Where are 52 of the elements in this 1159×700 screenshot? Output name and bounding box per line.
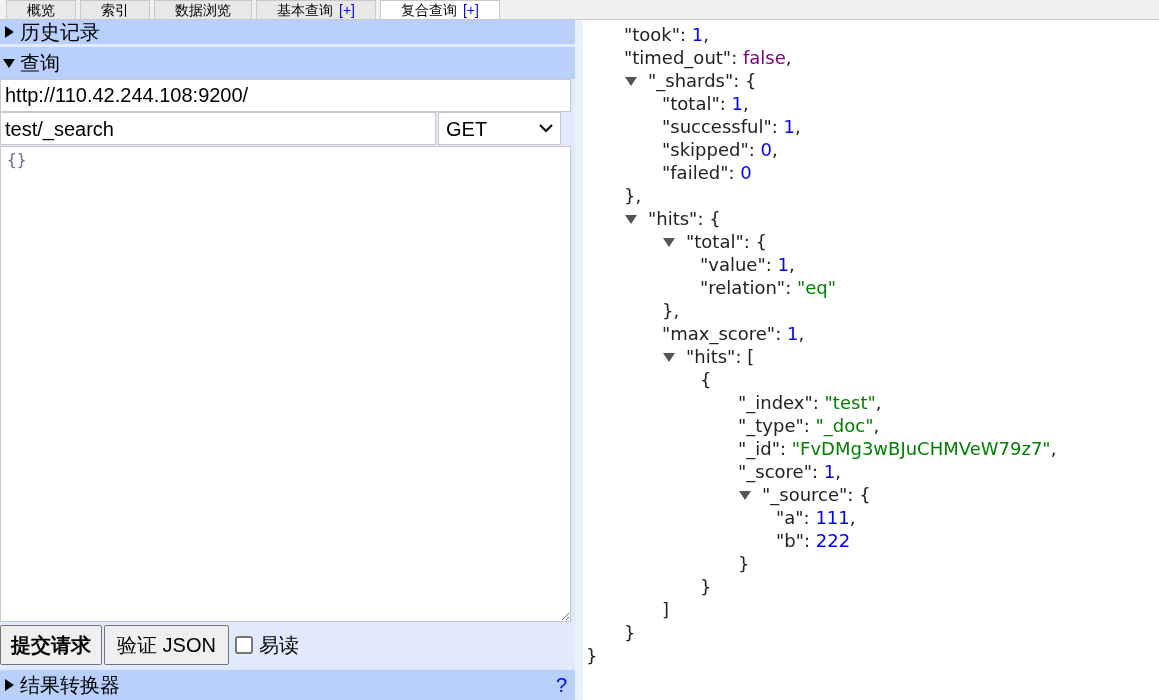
json-line: "failed": 0 [662,161,752,185]
json-line: }, [624,184,642,208]
tab[interactable]: 索引 [80,0,150,19]
json-line: "value": 1, [700,253,795,277]
json-line: "_source": { [762,483,871,508]
json-line: "hits": { [648,207,721,231]
json-line: "timed_out": false, [624,46,792,71]
tab[interactable]: 数据浏览 [154,0,252,19]
json-line: "hits": [ [686,345,755,369]
checkbox[interactable] [234,636,253,654]
section-header[interactable]: 历史记录 [0,20,575,44]
json-line: "relation": "eq" [700,276,836,300]
json-line: "skipped": 0, [662,138,778,162]
json-line: "successful": 1, [662,115,801,139]
json-line: "_id": "FvDMg3wBJuCHMVeW79z7", [738,437,1057,462]
json-line: } [738,552,750,576]
tab[interactable]: 复合查询 [+] [379,0,500,19]
json-line: "max_score": 1, [662,322,805,347]
json-line: "b": 222 [776,529,851,553]
json-line: }, [662,299,680,323]
json-line: "total": { [686,230,767,254]
section-header[interactable]: 查询 [0,47,575,79]
json-line: ] [662,598,670,622]
json-line: "_score": 1, [738,460,841,485]
json-line: { [700,368,712,392]
tab[interactable]: 基本查询 [+] [256,0,376,19]
request-body-field[interactable]: {} [0,146,571,622]
section-title: 历史记录 [20,20,100,45]
json-line: } [586,644,598,668]
validate-button[interactable]: 验证 JSON [104,625,229,665]
tab[interactable]: 概览 [6,0,76,19]
disclosure-icon[interactable] [2,56,16,70]
json-line: } [624,621,636,645]
json-line: "took": 1, [624,23,710,47]
url-field[interactable]: http://110.42.244.108:9200/ [0,79,571,112]
path-field[interactable]: test/_search [0,112,436,145]
submit-button[interactable]: 提交请求 [0,625,102,665]
json-line: } [700,575,712,599]
json-line: "_index": "test", [738,391,882,416]
json-line: "_shards": { [648,69,757,94]
disclosure-icon[interactable] [2,678,16,692]
section-title: 查询 [20,51,60,76]
chevron-down-icon [539,124,553,133]
disclosure-icon[interactable] [2,25,16,39]
section-header[interactable]: 结果转换器 ? [0,670,575,700]
json-line: "total": 1, [662,92,749,116]
json-line: "_type": "_doc", [738,414,880,439]
section-title: 结果转换器 [20,673,120,698]
help-link[interactable]: ? [555,670,567,700]
json-line: "a": 111, [776,506,856,530]
method-select[interactable]: GET [438,112,561,145]
checkbox-label: 易读 [258,633,299,658]
